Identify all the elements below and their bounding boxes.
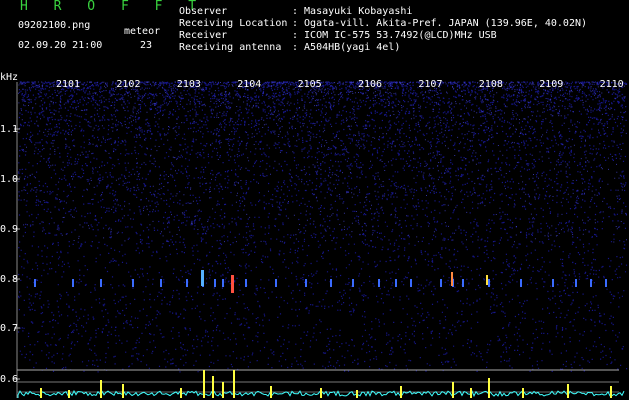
meteor-echo: [100, 279, 102, 287]
meteor-echo: [378, 279, 380, 287]
y-tick-label: 0.6: [0, 374, 19, 385]
meteor-echo: [330, 279, 332, 287]
meteor-echo: [34, 279, 36, 287]
y-tick-label: 0.9: [0, 224, 19, 235]
meteor-spike: [40, 388, 42, 398]
meteor-echo: [72, 279, 74, 287]
meteor-echo-strong: [451, 272, 453, 286]
meteor-echo: [440, 279, 442, 287]
x-tick-label: 2106: [358, 79, 383, 90]
meteor-spike: [320, 388, 322, 398]
meteor-spike: [122, 384, 124, 398]
meteor-echo-strong: [231, 275, 234, 293]
meteor-echo-strong: [201, 270, 204, 286]
meteor-spike: [488, 378, 490, 398]
meteor-spike: [356, 390, 358, 398]
meteor-echo: [590, 279, 592, 287]
meteor-echo: [352, 279, 354, 287]
x-tick-label: 2101: [56, 79, 81, 90]
meteor-echo: [186, 279, 188, 287]
meteor-spike: [203, 370, 205, 398]
x-tick-label: 2103: [176, 79, 201, 90]
meteor-spike: [68, 390, 70, 398]
meteor-echo: [605, 279, 607, 287]
meteor-spike: [522, 388, 524, 398]
meteor-echo: [410, 279, 412, 287]
meteor-echo: [395, 279, 397, 287]
meteor-echo-strong: [486, 275, 488, 285]
meteor-spike: [270, 386, 272, 398]
y-tick-label: 1.0: [0, 174, 19, 185]
meteor-echo: [575, 279, 577, 287]
noise-field: [18, 81, 628, 373]
meteor-echo: [132, 279, 134, 287]
meteor-spike: [180, 388, 182, 398]
x-tick-label: 2102: [116, 79, 141, 90]
x-tick-label: 2105: [297, 79, 322, 90]
meteor-echo: [305, 279, 307, 287]
meteor-echo: [520, 279, 522, 287]
meteor-spike: [400, 386, 402, 398]
y-tick-label: 0.8: [0, 274, 19, 285]
meteor-spike: [222, 382, 224, 398]
meteor-echo: [222, 279, 224, 287]
meteor-echo: [214, 279, 216, 287]
meteor-spike: [233, 370, 235, 398]
x-tick-label: 2110: [599, 79, 624, 90]
meteor-echo: [245, 279, 247, 287]
meteor-spike: [567, 384, 569, 398]
x-tick-label: 2109: [539, 79, 564, 90]
y-unit-label: kHz: [0, 72, 19, 83]
meteor-spike: [610, 386, 612, 398]
meteor-spike: [452, 382, 454, 398]
meteor-echo: [160, 279, 162, 287]
spectrogram: [14, 81, 628, 398]
meteor-echo: [488, 279, 490, 287]
y-tick-label: 0.7: [0, 323, 19, 334]
x-tick-label: 2108: [478, 79, 503, 90]
x-tick-label: 2104: [237, 79, 262, 90]
meteor-echo: [462, 279, 464, 287]
x-tick-label: 2107: [418, 79, 443, 90]
y-tick-label: 1.1: [0, 124, 19, 135]
meteor-spike: [100, 380, 102, 398]
meteor-spike: [470, 388, 472, 398]
meteor-echo: [275, 279, 277, 287]
meteor-spike: [212, 376, 214, 398]
meteor-echo: [552, 279, 554, 287]
